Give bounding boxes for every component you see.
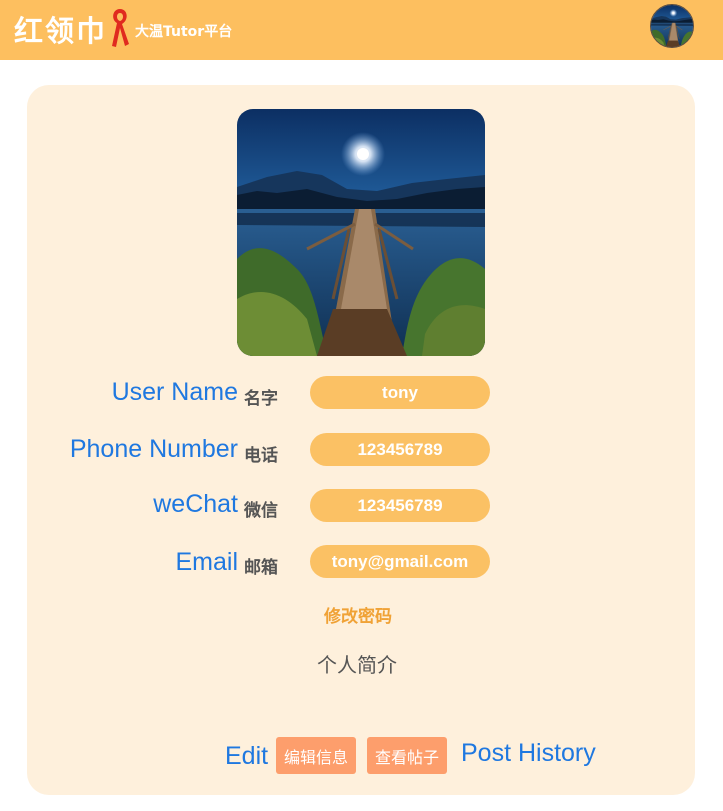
user-name-label: User Name [111, 378, 238, 406]
red-ribbon-icon [108, 6, 132, 52]
phone-number-label-cn: 电话 [244, 446, 278, 466]
edit-link[interactable]: Edit [225, 742, 268, 771]
email-value: tony@gmail.com [310, 545, 490, 578]
wechat-label: weChat [153, 490, 238, 518]
logo-text: 红领巾 [14, 14, 108, 48]
wechat-label-cn: 微信 [244, 501, 278, 521]
logo-subtitle: 大温Tutor平台 [135, 24, 233, 40]
phone-number-label: Phone Number [69, 435, 238, 463]
personal-intro-heading: 个人简介 [317, 653, 397, 677]
user-name-value: tony [310, 376, 490, 409]
change-password-link[interactable]: 修改密码 [324, 602, 392, 627]
post-history-link[interactable]: Post History [461, 739, 596, 768]
top-bar: 红领巾 大温Tutor平台 [0, 0, 723, 60]
user-avatar[interactable] [650, 4, 694, 48]
phone-number-value: 123456789 [310, 433, 490, 466]
profile-photo [237, 109, 485, 356]
edit-info-button[interactable]: 编辑信息 [276, 737, 357, 774]
user-name-label-cn: 名字 [244, 389, 278, 409]
email-label-cn: 邮箱 [244, 558, 278, 578]
wechat-value: 123456789 [310, 489, 490, 522]
email-label: Email [175, 548, 238, 576]
view-posts-button[interactable]: 查看帖子 [367, 737, 448, 774]
logo[interactable]: 红领巾 大温Tutor平台 [14, 4, 232, 54]
